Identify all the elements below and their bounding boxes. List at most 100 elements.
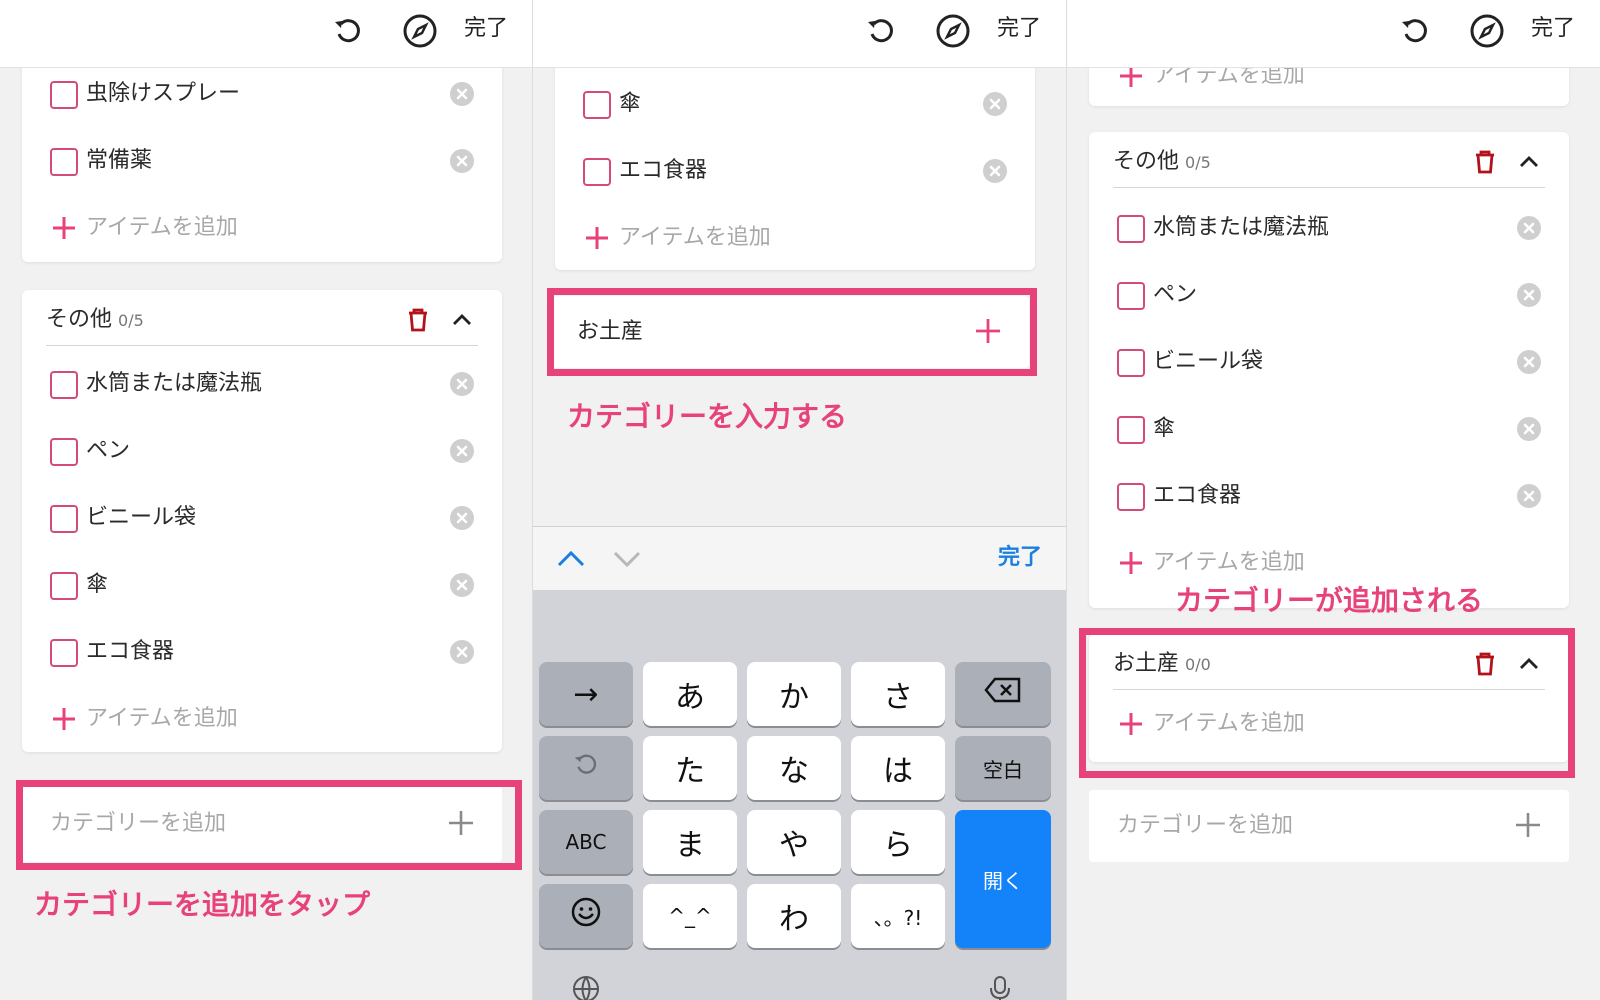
delete-item-icon[interactable] <box>1517 283 1541 307</box>
delete-item-icon[interactable] <box>450 82 474 106</box>
add-category-field[interactable]: カテゴリーを追加 <box>1089 790 1569 862</box>
key-ra[interactable]: ら <box>851 810 945 874</box>
checkbox[interactable] <box>50 371 78 399</box>
category-count: 0/5 <box>118 311 144 330</box>
key-arrow[interactable]: → <box>539 662 633 726</box>
item-label: 傘 <box>1153 416 1176 441</box>
delete-item-icon[interactable] <box>1517 350 1541 374</box>
compass-icon[interactable] <box>1467 11 1507 51</box>
add-category-field[interactable]: カテゴリーを追加 <box>22 786 502 862</box>
category-input-value[interactable]: お土産 <box>577 316 643 348</box>
delete-item-icon[interactable] <box>1517 417 1541 441</box>
chevron-down-icon[interactable] <box>611 543 643 575</box>
plus-icon[interactable] <box>446 808 476 838</box>
plus-icon <box>1117 710 1145 738</box>
trash-icon[interactable] <box>1471 650 1499 678</box>
checkbox[interactable] <box>1117 483 1145 511</box>
key-ya[interactable]: や <box>747 810 841 874</box>
top-bar: 完了 <box>1067 0 1600 68</box>
category-name: お土産 <box>1113 651 1180 676</box>
key-a[interactable]: あ <box>643 662 737 726</box>
item-label: ビニール袋 <box>1153 349 1264 374</box>
key-ka[interactable]: か <box>747 662 841 726</box>
checkbox[interactable] <box>50 438 78 466</box>
key-ta[interactable]: た <box>643 736 737 800</box>
item-label: 虫除けスプレー <box>86 81 241 106</box>
delete-item-icon[interactable] <box>450 439 474 463</box>
checkbox[interactable] <box>1117 349 1145 377</box>
key-punctuation[interactable]: 、。?! <box>851 884 945 948</box>
delete-item-icon[interactable] <box>1517 484 1541 508</box>
key-wa[interactable]: わ <box>747 884 841 948</box>
delete-item-icon[interactable] <box>1517 216 1541 240</box>
open-key[interactable]: 開く <box>955 810 1051 948</box>
list-item: 虫除けスプレー <box>50 74 474 114</box>
item-label: ビニール袋 <box>86 505 197 530</box>
plus-icon <box>50 214 78 242</box>
undo-icon[interactable] <box>1397 14 1433 50</box>
key-kaomoji[interactable]: ^_^ <box>643 884 737 948</box>
caption: カテゴリーを追加をタップ <box>34 888 371 921</box>
item-label: 傘 <box>619 91 642 116</box>
done-button[interactable]: 完了 <box>997 14 1041 44</box>
delete-item-icon[interactable] <box>450 640 474 664</box>
undo-icon[interactable] <box>863 14 899 50</box>
backspace-key[interactable] <box>955 662 1051 726</box>
compass-icon[interactable] <box>933 11 973 51</box>
key-ma[interactable]: ま <box>643 810 737 874</box>
top-bar: 完了 <box>533 0 1066 68</box>
plus-icon[interactable] <box>973 316 1003 346</box>
trash-icon[interactable] <box>404 306 432 334</box>
add-item-label: アイテムを追加 <box>1153 711 1305 736</box>
category-input[interactable]: お土産 <box>549 296 1029 368</box>
category-header: その他 0/5 <box>46 296 478 346</box>
delete-item-icon[interactable] <box>450 573 474 597</box>
key-na[interactable]: な <box>747 736 841 800</box>
list-item: エコ食器 <box>583 151 1007 191</box>
checkbox[interactable] <box>50 572 78 600</box>
checkbox[interactable] <box>50 505 78 533</box>
checkbox[interactable] <box>1117 282 1145 310</box>
add-category-placeholder: カテゴリーを追加 <box>1117 813 1294 838</box>
chevron-up-icon[interactable] <box>555 543 587 575</box>
category-name: その他 <box>46 307 113 332</box>
trash-icon[interactable] <box>1471 148 1499 176</box>
delete-item-icon[interactable] <box>450 372 474 396</box>
key-ha[interactable]: は <box>851 736 945 800</box>
delete-item-icon[interactable] <box>983 92 1007 116</box>
key-sa[interactable]: さ <box>851 662 945 726</box>
delete-item-icon[interactable] <box>450 506 474 530</box>
list-item: ペン <box>50 431 474 471</box>
checkbox[interactable] <box>50 148 78 176</box>
space-key[interactable]: 空白 <box>955 736 1051 800</box>
item-label: 傘 <box>86 572 109 597</box>
microphone-icon[interactable] <box>985 974 1015 1000</box>
keyboard-done-button[interactable]: 完了 <box>998 543 1042 573</box>
chevron-up-icon[interactable] <box>1517 652 1541 676</box>
delete-item-icon[interactable] <box>983 159 1007 183</box>
category-header: その他 0/5 <box>1113 138 1545 188</box>
checkbox[interactable] <box>1117 416 1145 444</box>
item-label: エコ食器 <box>86 639 175 664</box>
list-item: ビニール袋 <box>1117 342 1541 382</box>
checkbox[interactable] <box>1117 215 1145 243</box>
undo-icon[interactable] <box>330 14 366 50</box>
abc-key[interactable]: ABC <box>539 810 633 874</box>
delete-item-icon[interactable] <box>450 149 474 173</box>
done-button[interactable]: 完了 <box>464 14 508 44</box>
done-button[interactable]: 完了 <box>1531 14 1575 44</box>
compass-icon[interactable] <box>400 11 440 51</box>
checkbox[interactable] <box>583 91 611 119</box>
category-count: 0/0 <box>1185 655 1211 674</box>
checkbox[interactable] <box>50 81 78 109</box>
checkbox[interactable] <box>583 158 611 186</box>
emoji-key[interactable] <box>539 884 633 948</box>
plus-icon[interactable] <box>1513 810 1543 840</box>
chevron-up-icon[interactable] <box>450 308 474 332</box>
chevron-up-icon[interactable] <box>1517 150 1541 174</box>
item-label: 水筒または魔法瓶 <box>86 371 263 396</box>
globe-icon[interactable] <box>571 974 601 1000</box>
undo-key[interactable] <box>539 736 633 800</box>
checkbox[interactable] <box>50 639 78 667</box>
list-item: 水筒または魔法瓶 <box>50 364 474 404</box>
